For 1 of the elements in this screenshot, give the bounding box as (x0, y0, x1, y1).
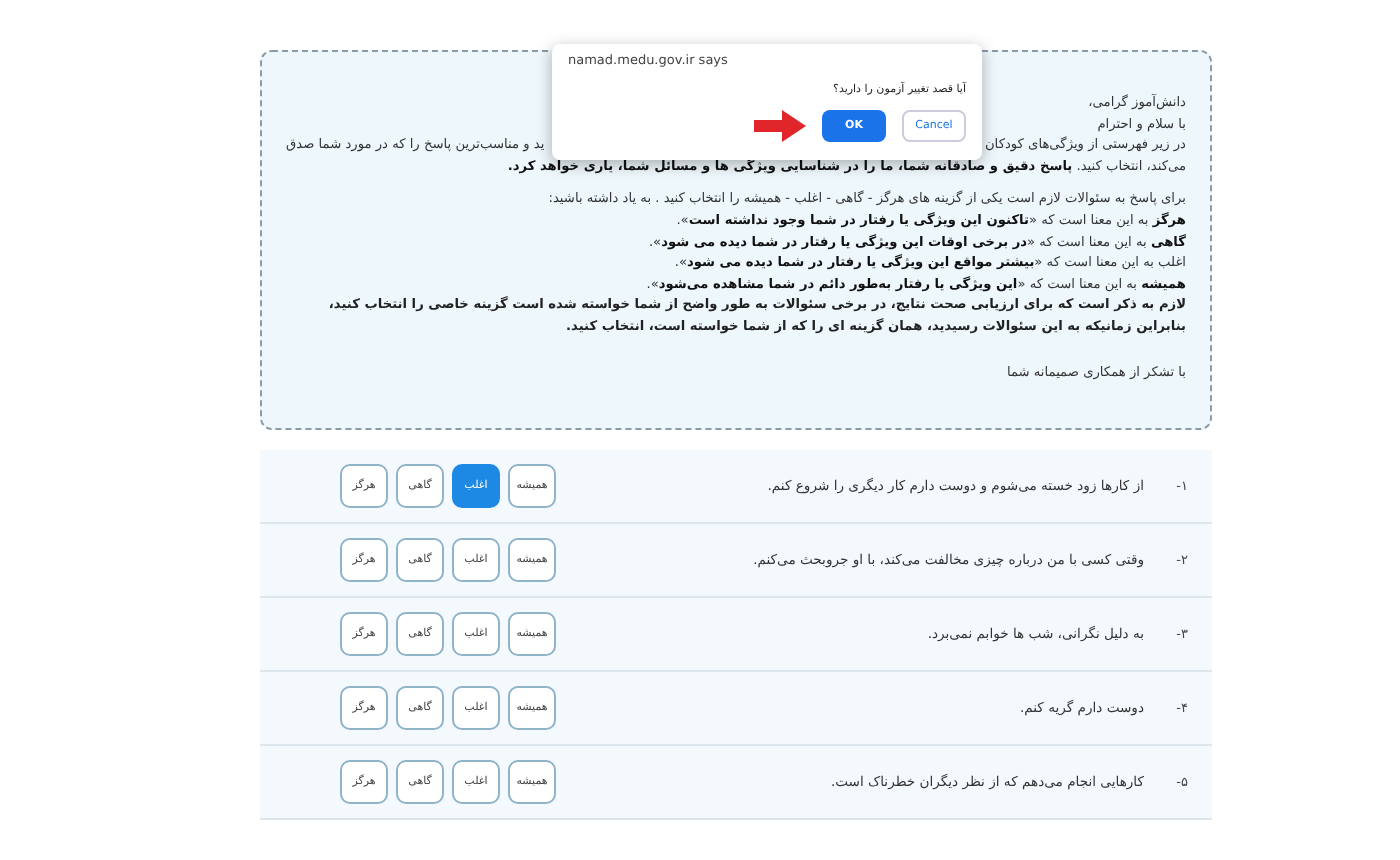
arrow-icon (754, 109, 806, 142)
